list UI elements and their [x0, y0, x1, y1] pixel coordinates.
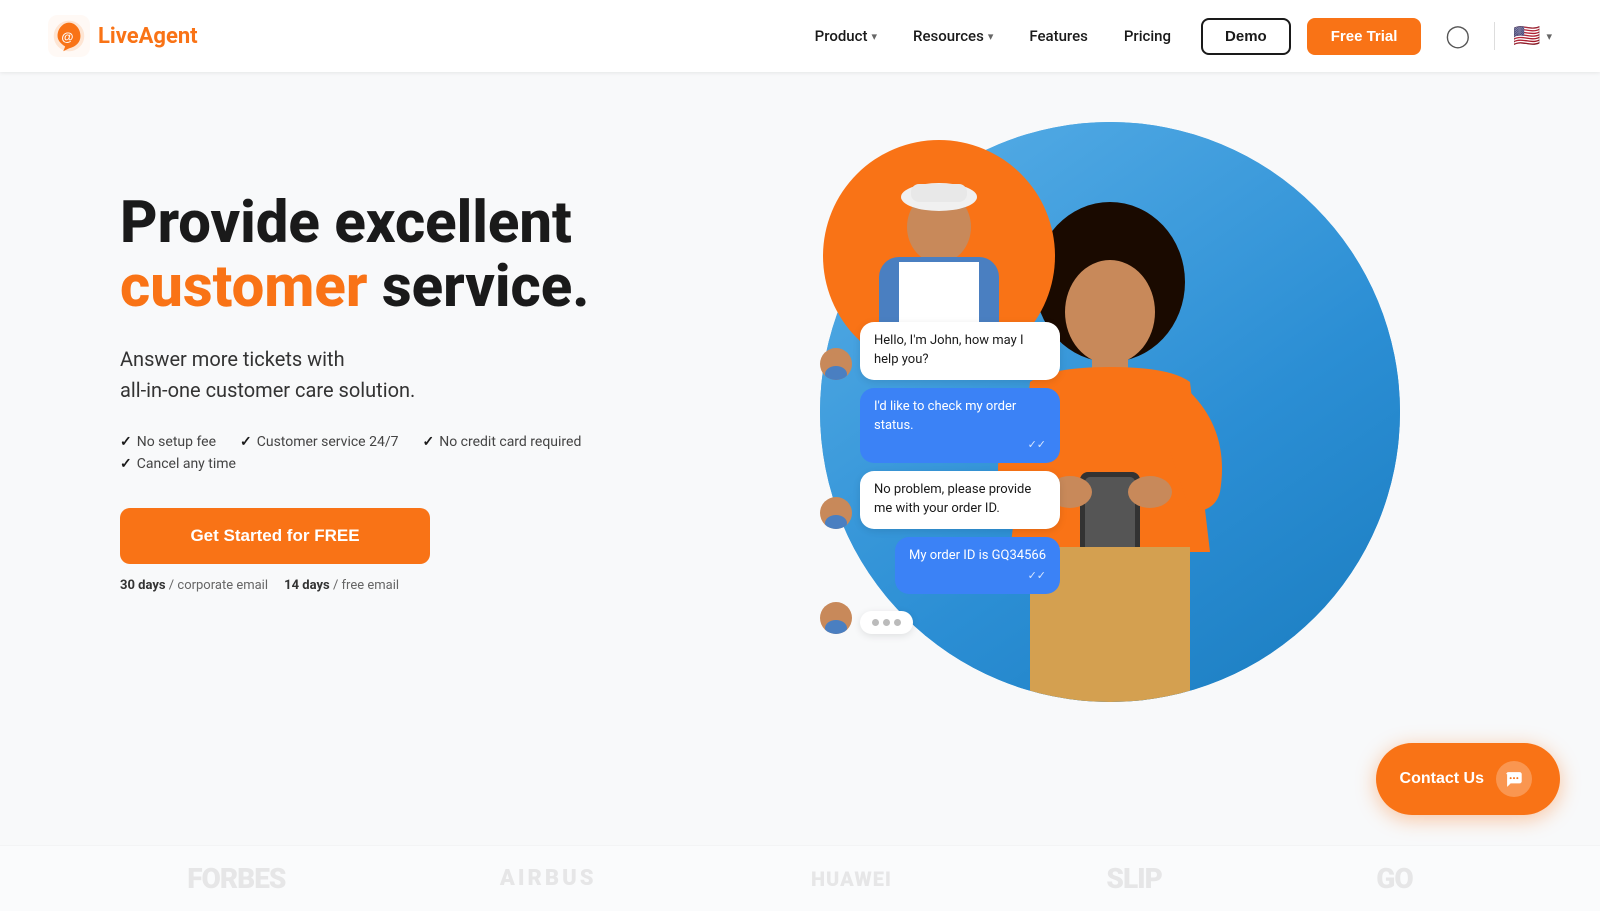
logo-airbus: AIRBUS — [500, 866, 597, 891]
contact-us-label: Contact Us — [1400, 770, 1484, 788]
trial-note: 30 days / corporate email 14 days / free… — [120, 578, 640, 593]
chat-typing — [820, 602, 1060, 634]
nav-product[interactable]: Product ▾ — [801, 19, 891, 53]
nav-pricing[interactable]: Pricing — [1110, 19, 1185, 53]
navigation: @ LiveAgent Product ▾ Resources ▾ Featur… — [0, 0, 1600, 72]
nav-features[interactable]: Features — [1015, 19, 1101, 53]
user-icon[interactable]: ◯ — [1445, 24, 1470, 49]
user-bubble-1: I'd like to check my order status. ✓✓ — [860, 388, 1060, 464]
language-selector[interactable]: 🇺🇸 ▾ — [1513, 24, 1552, 49]
nav-divider — [1494, 22, 1495, 50]
logo-slip: SLIP — [1106, 862, 1161, 895]
svg-text:@: @ — [61, 30, 73, 44]
chevron-down-icon: ▾ — [988, 30, 994, 43]
hero-content: Provide excellent customer service. Answ… — [120, 132, 640, 593]
chevron-down-icon: ▾ — [871, 30, 877, 43]
hero-subtitle: Answer more tickets withall-in-one custo… — [120, 344, 640, 406]
logo-huawei: HUAWEI — [811, 867, 892, 891]
get-started-button[interactable]: Get Started for FREE — [120, 508, 430, 564]
logo-text: LiveAgent — [98, 24, 198, 49]
lang-chevron-icon: ▾ — [1546, 30, 1552, 43]
chat-message-3: No problem, please provide me with your … — [820, 471, 1060, 529]
contact-us-button[interactable]: Contact Us — [1376, 743, 1560, 815]
chat-message-1: Hello, I'm John, how may I help you? — [820, 322, 1060, 380]
agent-bubble-1: Hello, I'm John, how may I help you? — [860, 322, 1060, 380]
typing-indicator — [860, 611, 913, 634]
agent-bubble-2: No problem, please provide me with your … — [860, 471, 1060, 529]
check-cancel: ✓ Cancel any time — [120, 456, 236, 472]
user-bubble-2: My order ID is GQ34566 ✓✓ — [895, 537, 1060, 594]
dot-3 — [894, 619, 901, 626]
demo-button[interactable]: Demo — [1201, 18, 1291, 55]
nav-resources[interactable]: Resources ▾ — [899, 19, 1007, 53]
hero-section: Provide excellent customer service. Answ… — [0, 72, 1600, 855]
chat-bubble-icon — [1504, 769, 1524, 789]
logo-icon: @ — [48, 15, 90, 57]
dot-2 — [883, 619, 890, 626]
logo-go: Go — [1376, 862, 1412, 895]
hero-checks: ✓ No setup fee ✓ Customer service 24/7 ✓… — [120, 434, 640, 472]
nav-links: Product ▾ Resources ▾ Features Pricing D… — [801, 18, 1552, 55]
chat-message-4: My order ID is GQ34566 ✓✓ — [820, 537, 1060, 594]
check-no-credit-card: ✓ No credit card required — [422, 434, 581, 450]
chat-message-2: I'd like to check my order status. ✓✓ — [820, 388, 1060, 464]
hero-illustration: Hello, I'm John, how may I help you? I'd… — [800, 122, 1400, 722]
agent-avatar-2 — [820, 497, 852, 529]
check-no-setup: ✓ No setup fee — [120, 434, 216, 450]
agent-avatar-1 — [820, 348, 852, 380]
logo[interactable]: @ LiveAgent — [48, 15, 198, 57]
logo-forbes: Forbes — [187, 862, 285, 895]
dot-1 — [872, 619, 879, 626]
chat-overlay: Hello, I'm John, how may I help you? I'd… — [820, 322, 1060, 634]
agent-avatar-3 — [820, 602, 852, 634]
check-customer-service: ✓ Customer service 24/7 — [240, 434, 398, 450]
free-trial-button[interactable]: Free Trial — [1307, 18, 1422, 55]
hero-title: Provide excellent customer service. — [120, 192, 640, 320]
contact-chat-icon — [1496, 761, 1532, 797]
flag-icon: 🇺🇸 — [1513, 24, 1540, 49]
hero-visual: Hello, I'm John, how may I help you? I'd… — [640, 132, 1520, 732]
